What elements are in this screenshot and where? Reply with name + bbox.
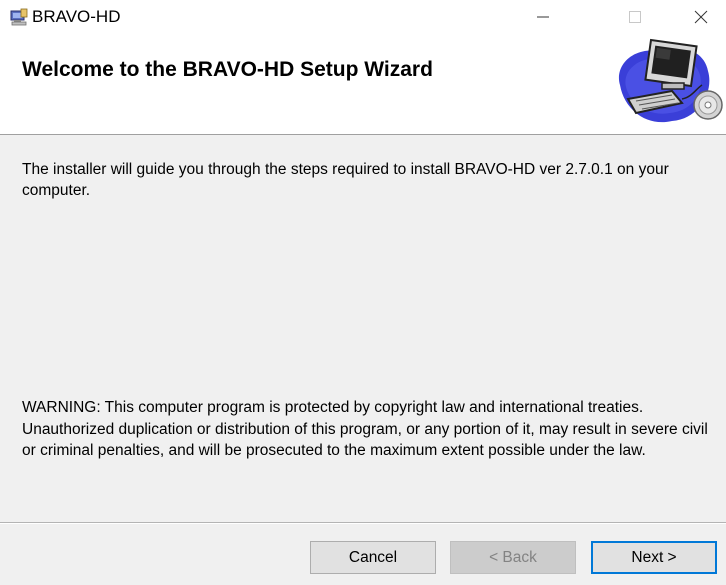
window-title: BRAVO-HD — [32, 7, 121, 26]
installer-app-icon — [10, 8, 28, 26]
computer-setup-icon — [612, 37, 726, 133]
wizard-body: The installer will guide you through the… — [0, 135, 726, 585]
wizard-banner: Welcome to the BRAVO-HD Setup Wizard — [0, 34, 726, 134]
back-button: < Back — [450, 541, 576, 574]
close-icon — [694, 10, 708, 24]
close-button[interactable] — [678, 0, 724, 34]
copyright-warning: WARNING: This computer program is protec… — [22, 399, 708, 459]
cancel-button[interactable]: Cancel — [310, 541, 436, 574]
footer-divider-highlight — [0, 523, 726, 524]
title-bar: BRAVO-HD — [0, 0, 726, 34]
minimize-icon — [537, 16, 549, 18]
maximize-icon — [629, 11, 641, 23]
maximize-button — [612, 0, 658, 34]
minimize-button[interactable] — [520, 0, 566, 34]
intro-text: The installer will guide you through the… — [22, 161, 669, 199]
page-title: Welcome to the BRAVO-HD Setup Wizard — [22, 58, 433, 81]
next-button[interactable]: Next > — [591, 541, 717, 574]
